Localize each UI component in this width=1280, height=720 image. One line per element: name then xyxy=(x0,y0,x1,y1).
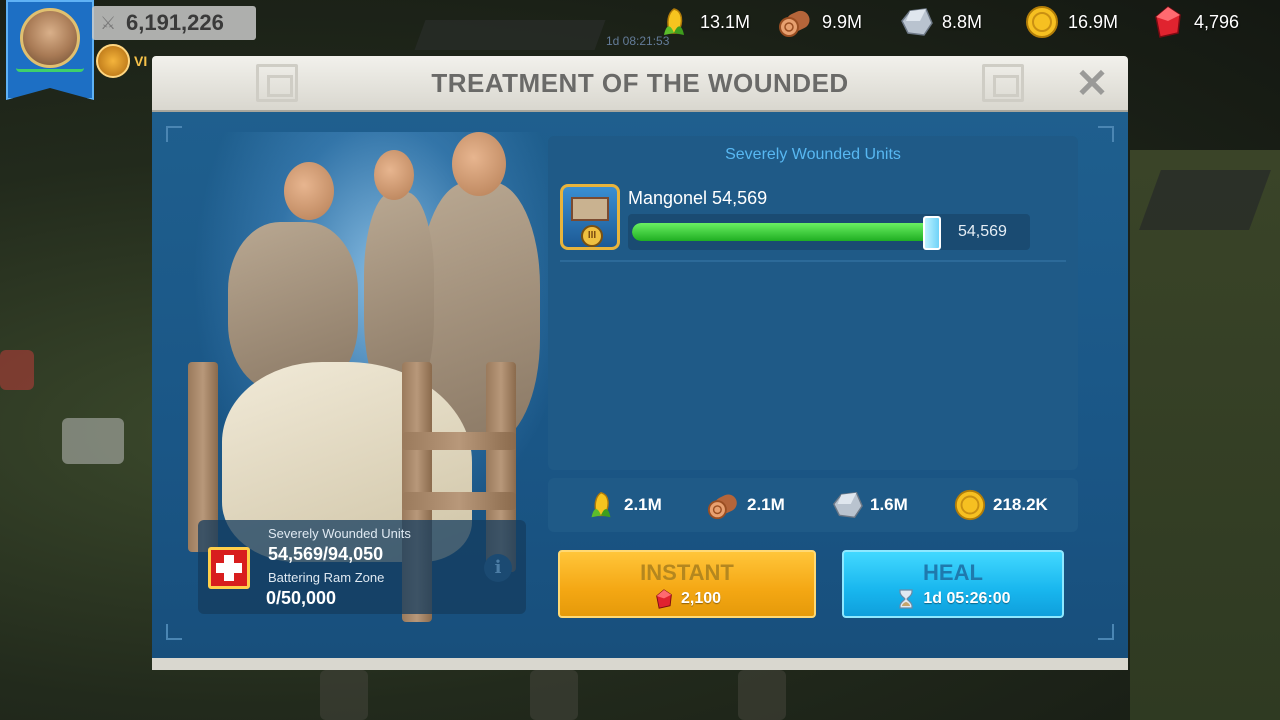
heal-cost-bar: 2.1M 2.1M 1.6M 218.2K xyxy=(548,478,1078,532)
slider-track[interactable] xyxy=(632,223,932,241)
heal-time: 1d 05:26:00 xyxy=(844,588,1062,610)
frame-corner xyxy=(166,126,182,142)
cost-stone-value: 1.6M xyxy=(870,495,908,514)
corn-icon xyxy=(664,8,684,35)
treatment-modal: TREATMENT OF THE WOUNDED ✕ Severely Woun… xyxy=(152,56,1128,670)
cost-gold-value: 218.2K xyxy=(993,495,1048,514)
vip-shield-icon xyxy=(96,44,130,78)
slider-handle[interactable] xyxy=(923,216,941,250)
power-value: 6,191,226 xyxy=(126,10,224,35)
heal-label: HEAL xyxy=(923,560,983,585)
slider-value[interactable]: 54,569 xyxy=(958,223,1007,241)
resource-food[interactable]: 13.1M xyxy=(656,4,750,40)
instant-label: INSTANT xyxy=(640,560,734,585)
background-resource-marker xyxy=(530,670,578,720)
instant-cost: 2,100 xyxy=(560,588,814,610)
resource-gems[interactable]: 4,796 xyxy=(1150,4,1239,40)
hourglass-icon xyxy=(899,589,914,609)
unit-slider[interactable]: 54,569 xyxy=(628,214,1030,250)
wounded-units-list: Severely Wounded Units III Mangonel 54,5… xyxy=(548,136,1078,470)
modal-title: TREATMENT OF THE WOUNDED xyxy=(431,68,849,98)
bed-rail xyxy=(402,432,516,450)
wounded-value: 54,569/94,050 xyxy=(268,544,384,564)
cost-wood-value: 2.1M xyxy=(747,495,785,514)
background-building xyxy=(414,20,606,50)
soldier-head xyxy=(452,132,506,196)
resource-gold[interactable]: 16.9M xyxy=(1024,4,1118,40)
close-icon[interactable]: ✕ xyxy=(1072,64,1112,104)
frame-corner xyxy=(1098,126,1114,142)
sword-icon: ⚔ xyxy=(100,13,117,33)
cost-food-value: 2.1M xyxy=(624,495,662,514)
avatar-progress-ring xyxy=(16,64,84,72)
background-hospital-marker xyxy=(62,418,124,464)
avatar-face xyxy=(20,8,80,68)
catapult-icon xyxy=(571,197,609,221)
wounded-label: Severely Wounded Units xyxy=(268,526,411,541)
list-header: Severely Wounded Units xyxy=(725,146,901,163)
background-hospital-marker xyxy=(0,350,34,390)
resource-gold-value: 16.9M xyxy=(1068,11,1119,32)
stone-icon xyxy=(901,8,933,36)
soldier-head xyxy=(374,150,414,200)
cost-food: 2.1M xyxy=(584,488,707,522)
heal-button[interactable]: HEAL 1d 05:26:00 xyxy=(842,550,1064,618)
resource-food-value: 13.1M xyxy=(700,11,751,32)
governor-avatar[interactable] xyxy=(6,0,94,100)
stone-icon xyxy=(832,491,863,519)
background-building xyxy=(1139,170,1271,230)
slider-fill xyxy=(632,223,932,241)
info-icon[interactable]: i xyxy=(484,554,512,582)
instant-cost-value: 2,100 xyxy=(680,590,722,607)
modal-body: Severely Wounded Units 54,569/94,050 Bat… xyxy=(152,112,1128,670)
mangonel-icon[interactable]: III xyxy=(560,184,620,250)
corn-icon xyxy=(591,491,611,518)
cost-stone: 1.6M xyxy=(830,488,953,522)
zone-value: 0/50,000 xyxy=(266,588,337,608)
list-divider xyxy=(560,260,1066,262)
resource-wood[interactable]: 9.9M xyxy=(778,4,862,40)
background-resource-marker xyxy=(738,670,786,720)
zone-label: Battering Ram Zone xyxy=(268,570,385,585)
wood-log-icon xyxy=(779,10,810,37)
wood-log-icon xyxy=(707,494,737,520)
soldier-head xyxy=(284,162,334,220)
heal-time-value: 1d 05:26:00 xyxy=(923,590,1011,607)
wounded-info-box: Severely Wounded Units 54,569/94,050 Bat… xyxy=(198,520,526,614)
vip-badge[interactable]: VI xyxy=(96,44,147,78)
medical-cross-icon xyxy=(208,547,250,589)
gold-coin-icon xyxy=(954,489,986,521)
modal-header: TREATMENT OF THE WOUNDED ✕ xyxy=(152,56,1128,112)
power-display[interactable]: ⚔ 6,191,226 xyxy=(92,6,256,40)
gem-icon xyxy=(1155,6,1181,38)
instant-heal-button[interactable]: INSTANT 2,100 xyxy=(558,550,816,618)
tier-badge: III xyxy=(581,225,603,247)
background-resource-marker xyxy=(320,670,368,720)
resource-stone[interactable]: 8.8M xyxy=(898,4,982,40)
gold-coin-icon xyxy=(1026,6,1058,38)
frame-corner xyxy=(1098,624,1114,640)
resource-stone-value: 8.8M xyxy=(942,11,983,32)
cost-gold: 218.2K xyxy=(953,488,1076,522)
bed-rail xyxy=(402,492,516,510)
unit-name: Mangonel 54,569 xyxy=(628,188,768,208)
background-terrain xyxy=(1130,150,1280,720)
vip-label: VI xyxy=(134,53,148,69)
cost-wood: 2.1M xyxy=(707,488,830,522)
gem-icon xyxy=(656,589,672,609)
frame-corner xyxy=(166,624,182,640)
resource-gems-value: 4,796 xyxy=(1194,11,1240,32)
resource-wood-value: 9.9M xyxy=(822,11,863,32)
